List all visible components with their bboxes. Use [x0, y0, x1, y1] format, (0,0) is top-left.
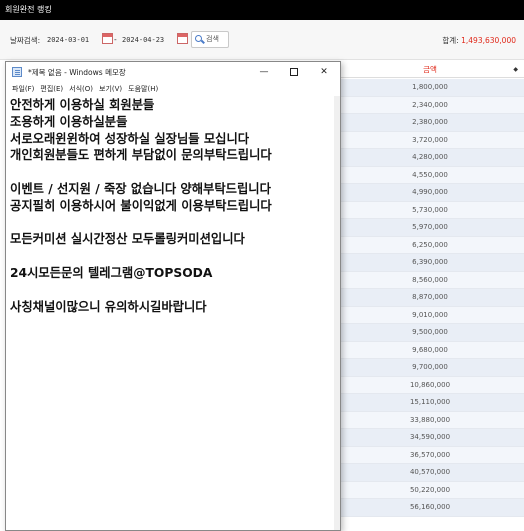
- table-row[interactable]: 50,220,000: [336, 481, 524, 499]
- table-row[interactable]: 6,250,000: [336, 236, 524, 254]
- date-search-label: 날짜검색:: [10, 36, 41, 45]
- end-date-input[interactable]: [120, 32, 176, 47]
- table-row[interactable]: 15,110,000: [336, 394, 524, 412]
- notepad-line: [10, 282, 332, 299]
- notepad-title: *제목 없음 - Windows 메모장: [28, 68, 126, 77]
- notepad-line: 모든커미션 실시간정산 모두롤링커미션입니다: [10, 232, 245, 247]
- menu-item[interactable]: 파일(F): [12, 82, 34, 96]
- table-row[interactable]: 8,560,000: [336, 271, 524, 289]
- table-row[interactable]: 6,390,000: [336, 254, 524, 272]
- start-date-input[interactable]: [45, 32, 101, 47]
- maximize-button[interactable]: [278, 62, 310, 82]
- calendar-icon[interactable]: [177, 33, 188, 44]
- table-row[interactable]: 2,380,000: [336, 114, 524, 132]
- notepad-line: [10, 248, 332, 265]
- amount-column-header[interactable]: 금액 ◆: [336, 61, 524, 78]
- ranking-table: 금액 ◆ 1,800,000 2,340,000 2,380,000 3,720,00…: [336, 61, 524, 531]
- notepad-line: [10, 215, 332, 232]
- notepad-window[interactable]: *제목 없음 - Windows 메모장 — ✕ 파일(F) 편집(E) 서식(O)…: [5, 61, 341, 531]
- notepad-line: 조용하게 이용하실분들: [10, 114, 128, 129]
- table-row[interactable]: 36,570,000: [336, 446, 524, 464]
- menu-item[interactable]: 편집(E): [40, 82, 63, 96]
- filter-bar: 날짜검색: - 검색 합계: 1,493,630,000: [0, 20, 524, 60]
- search-icon: [195, 35, 202, 42]
- notepad-line: 공지필히 이용하시어 불이익없게 이용부탁드립니다: [10, 198, 272, 213]
- app-title-bar: 회원완전 랭킹: [0, 0, 524, 20]
- notepad-line: 서로오래윈윈하여 성장하실 실장님들 모십니다: [10, 131, 250, 146]
- table-row[interactable]: 4,280,000: [336, 149, 524, 167]
- search-button-label: 검색: [206, 35, 219, 43]
- table-row[interactable]: 4,990,000: [336, 184, 524, 202]
- menu-item[interactable]: 서식(O): [69, 82, 93, 96]
- table-row[interactable]: 56,160,000: [336, 499, 524, 517]
- notepad-line: 개인회원분들도 편하게 부담없이 문의부탁드립니다: [10, 148, 272, 163]
- table-row[interactable]: 9,010,000: [336, 306, 524, 324]
- minimize-button[interactable]: —: [248, 62, 280, 82]
- notepad-title-bar[interactable]: *제목 없음 - Windows 메모장 — ✕: [6, 62, 340, 82]
- calendar-icon[interactable]: [102, 33, 113, 44]
- amount-header-label: 금액: [423, 65, 437, 74]
- table-row[interactable]: 5,730,000: [336, 201, 524, 219]
- table-row[interactable]: 9,680,000: [336, 341, 524, 359]
- app-title: 회원완전 랭킹: [5, 5, 52, 14]
- table-row[interactable]: 34,590,000: [336, 429, 524, 447]
- close-button[interactable]: ✕: [308, 62, 340, 82]
- total-amount: 1,493,630,000: [461, 36, 516, 45]
- notepad-line: 이벤트 / 선지원 / 죽장 없습니다 양해부탁드립니다: [10, 181, 271, 196]
- table-row[interactable]: 8,870,000: [336, 289, 524, 307]
- notepad-scrollbar[interactable]: [334, 96, 340, 530]
- notepad-line: 24시모든문의 텔레그램@TOPSODA: [10, 265, 213, 280]
- table-row[interactable]: 5,970,000: [336, 219, 524, 237]
- table-row[interactable]: 3,720,000: [336, 131, 524, 149]
- search-button[interactable]: 검색: [191, 31, 229, 48]
- total-sum: 합계: 1,493,630,000: [442, 35, 516, 46]
- maximize-icon: [290, 67, 298, 76]
- table-body: 1,800,000 2,340,000 2,380,000 3,720,000 4,28…: [336, 79, 524, 517]
- table-row[interactable]: 33,880,000: [336, 411, 524, 429]
- notepad-line: 안전하게 이용하실 회원분들: [10, 98, 155, 112]
- notepad-app-icon: [12, 67, 22, 77]
- notepad-text-area[interactable]: 안전하게 이용하실 회원분들조용하게 이용하실분들서로오래윈윈하여 성장하실 실…: [10, 97, 332, 529]
- notepad-line: 사칭채널이많으니 유의하시길바랍니다: [10, 299, 207, 314]
- table-row[interactable]: 1,800,000: [336, 79, 524, 97]
- date-separator: -: [114, 35, 117, 44]
- table-row[interactable]: 2,340,000: [336, 96, 524, 114]
- menu-item[interactable]: 도움말(H): [128, 82, 158, 96]
- menu-item[interactable]: 보기(V): [99, 82, 122, 96]
- table-row[interactable]: 10,860,000: [336, 376, 524, 394]
- notepad-line: [10, 164, 332, 181]
- total-label: 합계:: [442, 36, 459, 45]
- notepad-menu-bar: 파일(F) 편집(E) 서식(O) 보기(V) 도움말(H): [6, 82, 340, 96]
- table-row[interactable]: 40,570,000: [336, 464, 524, 482]
- table-row[interactable]: 4,550,000: [336, 166, 524, 184]
- table-row[interactable]: 9,700,000: [336, 359, 524, 377]
- sort-arrows-icon[interactable]: ◆: [513, 61, 518, 78]
- table-row[interactable]: 9,500,000: [336, 324, 524, 342]
